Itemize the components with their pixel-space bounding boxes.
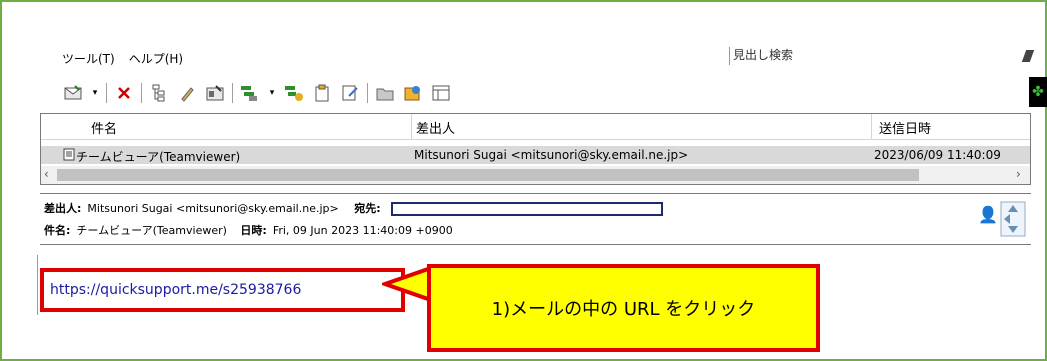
instruction-callout: 1)メールの中の URL をクリック (427, 264, 820, 352)
preview-from-line: 差出人: Mitsunori Sugai <mitsunori@sky.email… (44, 200, 663, 216)
toolbar-divider (367, 83, 368, 103)
horizontal-scrollbar[interactable]: ‹ › (41, 166, 1030, 184)
expand-arrows-icon[interactable] (998, 199, 1028, 239)
column-divider[interactable] (871, 114, 872, 140)
column-subject[interactable]: 件名 (91, 118, 117, 137)
scroll-right-icon[interactable]: › (1016, 167, 1021, 181)
subject-value: チームビューア(Teamviewer) (76, 224, 227, 237)
callout-text: 1)メールの中の URL をクリック (491, 299, 756, 320)
delete-icon[interactable] (113, 82, 135, 104)
note-edit-icon[interactable] (339, 82, 361, 104)
from-value[interactable]: Mitsunori Sugai <mitsunori@sky.email.ne.… (87, 202, 338, 215)
tree-icon[interactable] (148, 82, 170, 104)
row-subject: チームビューア(Teamviewer) (76, 150, 241, 164)
column-sent[interactable]: 送信日時 (879, 118, 931, 137)
toolbar: ▾ ▾ (62, 80, 458, 106)
chevron-down-icon[interactable]: ▾ (267, 82, 277, 104)
body-divider (37, 255, 38, 315)
to-redaction-box (390, 202, 663, 216)
pencil-icon[interactable] (176, 82, 198, 104)
folder-icon[interactable] (374, 82, 396, 104)
row-from: Mitsunori Sugai <mitsunori@sky.email.ne.… (414, 148, 689, 162)
subject-label: 件名: (44, 224, 71, 237)
callout-pointer (382, 265, 432, 303)
scrollbar-thumb[interactable] (57, 169, 919, 181)
list-header: 件名 差出人 送信日時 (41, 114, 1030, 140)
toolbar-divider (141, 83, 142, 103)
preview-subject-line: 件名: チームビューア(Teamviewer) 日時: Fri, 09 Jun 20… (44, 222, 453, 238)
chevron-down-icon[interactable]: ▾ (90, 82, 100, 104)
menu-help[interactable]: ヘルプ(H) (129, 50, 183, 67)
column-divider[interactable] (411, 114, 412, 140)
properties-icon[interactable] (204, 82, 226, 104)
rules-icon[interactable] (283, 82, 305, 104)
preview-header: 差出人: Mitsunori Sugai <mitsunori@sky.email… (40, 193, 1031, 245)
receive-mail-icon[interactable] (62, 82, 84, 104)
filter-icon[interactable] (239, 82, 261, 104)
date-value: Fri, 09 Jun 2023 11:40:09 +0900 (272, 224, 453, 237)
menu-tools[interactable]: ツール(T) (62, 50, 115, 67)
layout-icon[interactable] (430, 82, 452, 104)
to-label: 宛先: (354, 202, 381, 215)
from-label: 差出人: (44, 202, 82, 215)
scroll-left-icon[interactable]: ‹ (44, 167, 49, 181)
address-book-icon[interactable] (402, 82, 424, 104)
toolbar-divider (232, 83, 233, 103)
message-icon (63, 148, 75, 162)
row-sent: 2023/06/09 11:40:09 (874, 148, 1001, 162)
column-from[interactable]: 差出人 (416, 118, 455, 137)
toolbar-divider (106, 83, 107, 103)
menu-bar: ツール(T) ヘルプ(H) (62, 50, 183, 67)
link-highlight-box: https://quicksupport.me/s25938766 (40, 268, 405, 312)
table-row[interactable]: チームビューア(Teamviewer) Mitsunori Sugai <mit… (41, 146, 1030, 164)
add-contact-icon[interactable]: 👤 (978, 205, 998, 224)
message-list: 件名 差出人 送信日時 チームビューア(Teamviewer) Mitsunor… (40, 113, 1031, 185)
quicksupport-link[interactable]: https://quicksupport.me/s25938766 (50, 282, 301, 298)
clipboard-icon[interactable] (311, 82, 333, 104)
date-label: 日時: (240, 224, 267, 237)
app-logo-icon: ✤ (1029, 77, 1047, 107)
header-search-label[interactable]: 見出し検索 (729, 47, 793, 65)
